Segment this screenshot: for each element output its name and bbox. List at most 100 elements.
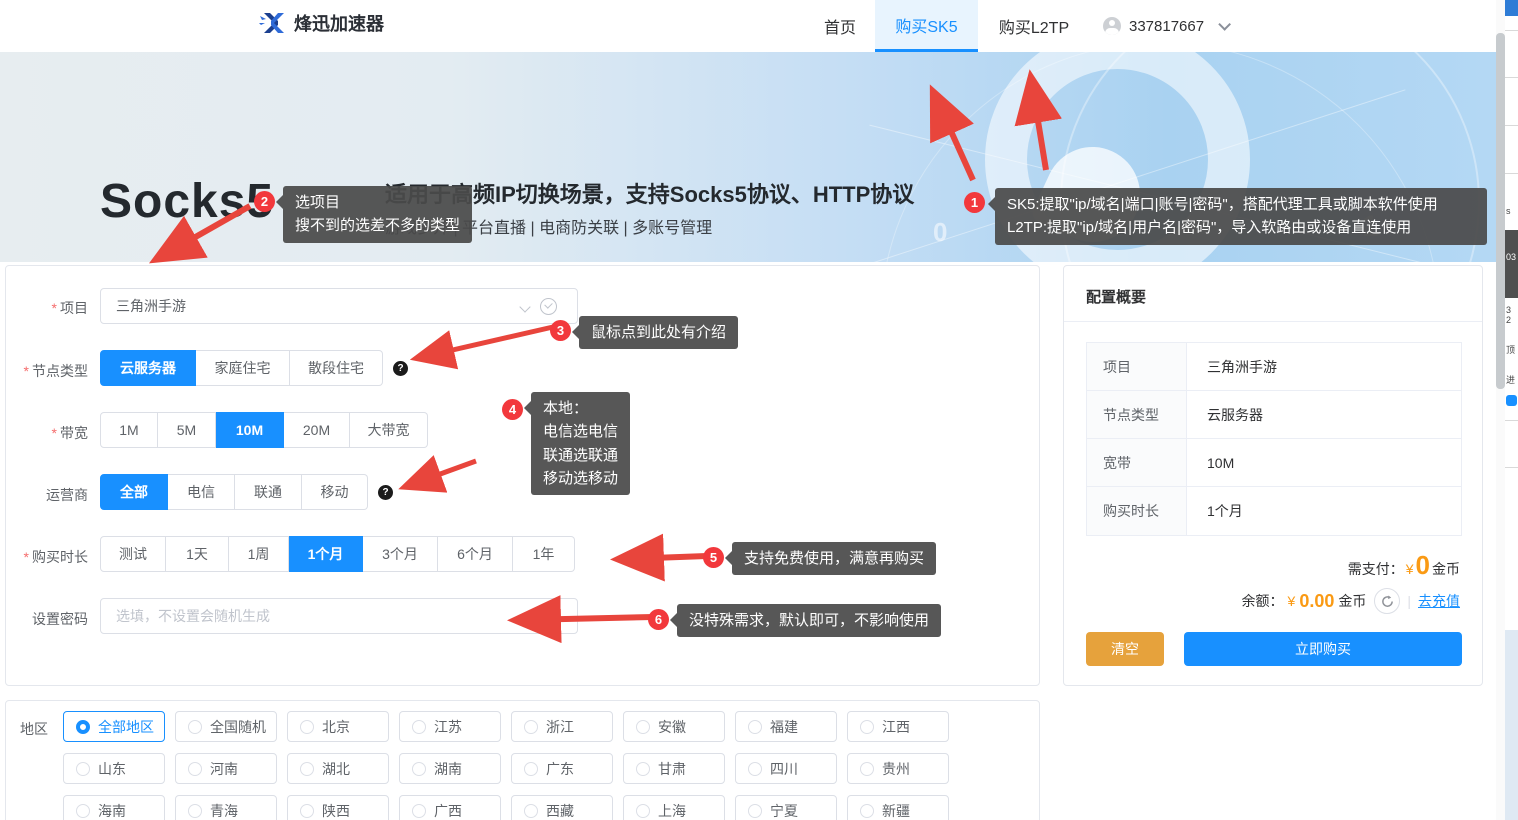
region-option[interactable]: 四川 <box>735 753 837 784</box>
region-option[interactable]: 湖南 <box>399 753 501 784</box>
region-option[interactable]: 广东 <box>511 753 613 784</box>
brand[interactable]: 烽迅加速器 <box>258 10 384 36</box>
region-option[interactable]: 浙江 <box>511 711 613 742</box>
top-navbar: 烽迅加速器 首页 购买SK5 购买L2TP 337817667 <box>0 0 1496 52</box>
duration-option-trial[interactable]: 测试 <box>100 536 166 572</box>
background-window-sliver: s 03 3 2 顶 进 <box>1505 0 1518 820</box>
bandwidth-option-large[interactable]: 大带宽 <box>350 412 428 448</box>
password-label: 设置密码 <box>0 609 88 629</box>
summary-row-label: 宽带 <box>1087 439 1187 486</box>
carrier-label: 运营商 <box>0 485 88 505</box>
carrier-help-icon[interactable]: ? <box>378 485 393 500</box>
summary-row-label: 购买时长 <box>1087 487 1187 535</box>
node-type-option-home[interactable]: 家庭住宅 <box>196 350 290 386</box>
brand-logo-icon <box>258 11 288 35</box>
region-option[interactable]: 西藏 <box>511 795 613 820</box>
radio-icon <box>860 762 874 776</box>
region-option[interactable]: 上海 <box>623 795 725 820</box>
region-option[interactable]: 青海 <box>175 795 277 820</box>
region-option[interactable]: 广西 <box>399 795 501 820</box>
summary-row-label: 项目 <box>1087 343 1187 390</box>
page-scrollbar-thumb[interactable] <box>1496 33 1505 389</box>
node-type-option-scattered[interactable]: 散段住宅 <box>290 350 383 386</box>
radio-icon <box>636 762 650 776</box>
duration-option-3month[interactable]: 3个月 <box>363 536 438 572</box>
region-option[interactable]: 宁夏 <box>735 795 837 820</box>
region-option[interactable]: 海南 <box>63 795 165 820</box>
region-option[interactable]: 江西 <box>847 711 949 742</box>
region-option[interactable]: 江苏 <box>399 711 501 742</box>
edge-app-icon <box>1506 395 1517 406</box>
radio-icon <box>188 762 202 776</box>
recharge-link[interactable]: 去充值 <box>1418 591 1460 611</box>
nav-buy-sk5-active-tab[interactable]: 购买SK5 <box>875 0 978 52</box>
region-option[interactable]: 甘肃 <box>623 753 725 784</box>
carrier-option-mobile[interactable]: 移动 <box>302 474 368 510</box>
radio-icon <box>76 804 90 818</box>
bandwidth-option-1m[interactable]: 1M <box>100 412 158 448</box>
currency-symbol: ¥ <box>1288 593 1296 609</box>
region-label: 地区 <box>0 719 48 739</box>
region-option[interactable]: 福建 <box>735 711 837 742</box>
summary-row-value: 1个月 <box>1187 487 1461 535</box>
region-option[interactable]: 北京 <box>287 711 389 742</box>
node-type-help-icon[interactable]: ? <box>393 361 408 376</box>
duration-option-1day[interactable]: 1天 <box>166 536 229 572</box>
annotation-badge-2: 2 <box>254 191 275 212</box>
carrier-option-all[interactable]: 全部 <box>100 474 168 510</box>
node-type-option-cloud[interactable]: 云服务器 <box>100 350 196 386</box>
region-option[interactable]: 新疆 <box>847 795 949 820</box>
radio-icon <box>524 720 538 734</box>
radio-icon <box>860 720 874 734</box>
region-option[interactable]: 陕西 <box>287 795 389 820</box>
radio-icon <box>748 762 762 776</box>
region-option[interactable]: 河南 <box>175 753 277 784</box>
annotation-tooltip-6: 没特殊需求，默认即可，不影响使用 <box>677 604 941 637</box>
buy-now-button[interactable]: 立即购买 <box>1184 632 1462 666</box>
edge-text-fragment: s <box>1506 206 1511 216</box>
radio-icon <box>636 720 650 734</box>
radio-icon <box>412 720 426 734</box>
background-window-titlebar <box>1505 0 1518 16</box>
refresh-balance-button[interactable] <box>1374 588 1400 614</box>
duration-option-1week[interactable]: 1周 <box>229 536 289 572</box>
carrier-group: 全部 电信 联通 移动 <box>100 474 368 510</box>
annotation-badge-1: 1 <box>964 192 985 213</box>
user-menu[interactable]: 337817667 <box>1103 0 1227 52</box>
annotation-badge-6: 6 <box>648 609 669 630</box>
region-option[interactable]: 贵州 <box>847 753 949 784</box>
radio-icon <box>748 804 762 818</box>
region-option[interactable]: 湖北 <box>287 753 389 784</box>
brand-name: 烽迅加速器 <box>294 10 384 36</box>
bandwidth-option-5m[interactable]: 5M <box>158 412 216 448</box>
radio-icon <box>188 720 202 734</box>
carrier-option-unicom[interactable]: 联通 <box>235 474 302 510</box>
nav-buy-l2tp[interactable]: 购买L2TP <box>988 0 1080 52</box>
table-row: 节点类型 云服务器 <box>1087 391 1461 439</box>
duration-option-1year[interactable]: 1年 <box>513 536 575 572</box>
region-option-all[interactable]: 全部地区 <box>63 711 165 742</box>
currency-symbol: ¥ <box>1406 561 1414 577</box>
annotation-badge-3: 3 <box>550 320 571 341</box>
duration-option-6month[interactable]: 6个月 <box>438 536 513 572</box>
edge-dark-block: 03 <box>1505 230 1518 298</box>
radio-icon <box>524 762 538 776</box>
annotation-badge-5: 5 <box>703 547 724 568</box>
region-option[interactable]: 安徽 <box>623 711 725 742</box>
payable-label: 需支付： <box>1348 559 1404 579</box>
clear-button[interactable]: 清空 <box>1086 632 1164 666</box>
required-mark: * <box>24 363 29 379</box>
bandwidth-option-20m[interactable]: 20M <box>284 412 350 448</box>
user-avatar-icon <box>1103 17 1121 35</box>
password-input[interactable] <box>100 598 578 634</box>
bandwidth-option-10m[interactable]: 10M <box>216 412 284 448</box>
carrier-option-telecom[interactable]: 电信 <box>168 474 235 510</box>
radio-icon <box>748 720 762 734</box>
payable-amount: 0 <box>1416 550 1430 581</box>
region-option[interactable]: 山东 <box>63 753 165 784</box>
region-option[interactable]: 全国随机 <box>175 711 277 742</box>
table-row: 购买时长 1个月 <box>1087 487 1461 535</box>
nav-home[interactable]: 首页 <box>815 0 865 52</box>
duration-option-1month[interactable]: 1个月 <box>289 536 363 572</box>
project-select[interactable]: 三角洲手游 <box>100 288 578 324</box>
